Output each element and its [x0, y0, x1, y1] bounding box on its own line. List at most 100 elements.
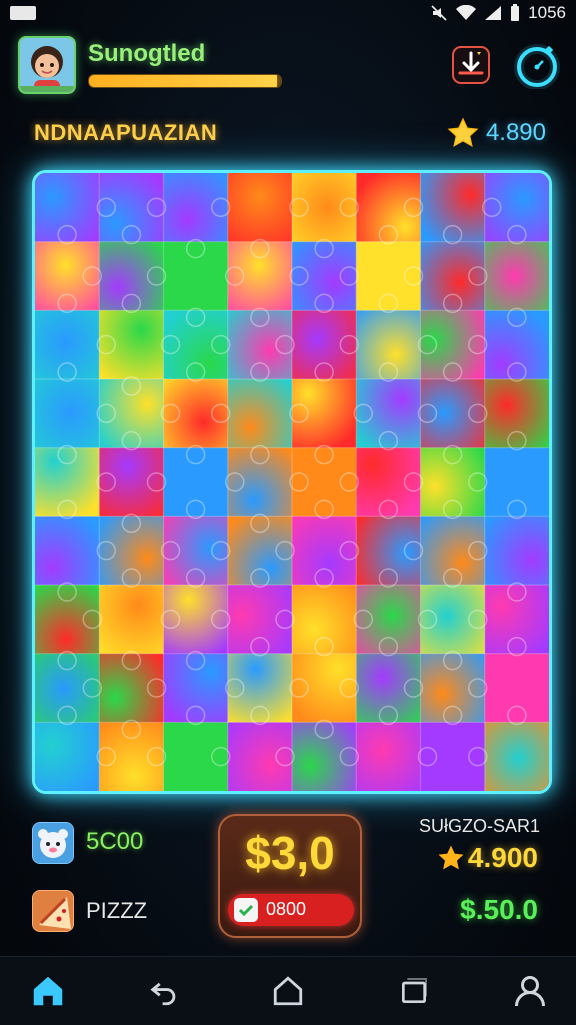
- bear-icon[interactable]: [32, 822, 74, 864]
- puzzle-piece[interactable]: [227, 516, 293, 586]
- puzzle-piece[interactable]: [292, 241, 357, 311]
- puzzle-piece[interactable]: [163, 722, 229, 791]
- puzzle-piece[interactable]: [484, 516, 549, 586]
- puzzle-piece[interactable]: [356, 379, 421, 449]
- nav-house[interactable]: [268, 971, 308, 1011]
- puzzle-piece[interactable]: [292, 722, 357, 791]
- puzzle-piece[interactable]: [99, 241, 164, 311]
- navigation-bar: [0, 956, 576, 1025]
- bottom-panel: 5C00 PIZZZ $3,0 0800 SUłGZO-SAR1 4.900 $…: [0, 806, 576, 956]
- puzzle-piece[interactable]: [227, 585, 293, 655]
- puzzle-piece[interactable]: [227, 310, 293, 380]
- puzzle-piece[interactable]: [35, 653, 100, 723]
- puzzle-piece[interactable]: [292, 173, 357, 243]
- puzzle-piece[interactable]: [420, 585, 486, 655]
- puzzle-piece[interactable]: [163, 653, 229, 723]
- puzzle-piece[interactable]: [420, 241, 486, 311]
- puzzle-piece[interactable]: [35, 379, 100, 449]
- puzzle-piece[interactable]: [484, 173, 549, 243]
- puzzle-piece[interactable]: [292, 516, 357, 586]
- puzzle-piece[interactable]: [484, 722, 549, 791]
- puzzle-piece[interactable]: [99, 379, 164, 449]
- signal-icon: [484, 5, 502, 21]
- puzzle-piece[interactable]: [420, 310, 486, 380]
- avatar[interactable]: [18, 36, 76, 94]
- puzzle-piece[interactable]: [420, 173, 486, 243]
- puzzle-piece[interactable]: [484, 585, 549, 655]
- puzzle-piece[interactable]: [484, 447, 549, 517]
- star-icon: [447, 117, 479, 147]
- nav-home[interactable]: [28, 971, 68, 1011]
- puzzle-piece[interactable]: [35, 585, 100, 655]
- profile-icon: [515, 976, 545, 1007]
- puzzle-piece[interactable]: [292, 379, 357, 449]
- reward-cash: $.50.0: [460, 894, 538, 925]
- puzzle-piece[interactable]: [163, 173, 229, 243]
- puzzle-piece[interactable]: [292, 653, 357, 723]
- puzzle-piece[interactable]: [99, 722, 164, 791]
- puzzle-piece[interactable]: [227, 241, 293, 311]
- puzzle-piece[interactable]: [163, 310, 229, 380]
- puzzle-piece[interactable]: [356, 447, 421, 517]
- nav-profile[interactable]: [510, 971, 550, 1011]
- puzzle-piece[interactable]: [227, 173, 293, 243]
- girl-avatar-icon: [20, 38, 74, 92]
- puzzle-piece[interactable]: [163, 447, 229, 517]
- puzzle-piece[interactable]: [163, 379, 229, 449]
- star-icon: [438, 845, 464, 870]
- nav-recents[interactable]: [394, 971, 434, 1011]
- puzzle-grid[interactable]: [35, 173, 549, 791]
- puzzle-piece[interactable]: [420, 516, 486, 586]
- download-button[interactable]: [446, 40, 496, 90]
- game-header: Sunogtled: [0, 36, 576, 106]
- puzzle-piece[interactable]: [484, 653, 549, 723]
- puzzle-piece[interactable]: [35, 516, 100, 586]
- puzzle-piece[interactable]: [35, 173, 100, 243]
- puzzle-piece[interactable]: [356, 310, 421, 380]
- puzzle-piece[interactable]: [163, 241, 229, 311]
- puzzle-piece[interactable]: [35, 241, 100, 311]
- puzzle-piece[interactable]: [356, 585, 421, 655]
- pill-value: 0800: [266, 899, 307, 919]
- puzzle-piece[interactable]: [35, 310, 100, 380]
- puzzle-piece[interactable]: [356, 173, 421, 243]
- puzzle-piece[interactable]: [420, 722, 486, 791]
- puzzle-piece[interactable]: [227, 722, 293, 791]
- puzzle-piece[interactable]: [484, 310, 549, 380]
- puzzle-piece[interactable]: [99, 653, 164, 723]
- timer-icon: [514, 44, 560, 89]
- puzzle-piece[interactable]: [484, 379, 549, 449]
- puzzle-piece[interactable]: [484, 241, 549, 311]
- puzzle-piece[interactable]: [356, 516, 421, 586]
- puzzle-piece[interactable]: [292, 585, 357, 655]
- reward-label: SUłGZO-SAR1: [418, 816, 540, 836]
- puzzle-piece[interactable]: [420, 653, 486, 723]
- puzzle-piece[interactable]: [356, 653, 421, 723]
- puzzle-piece[interactable]: [227, 653, 293, 723]
- pizza-icon[interactable]: [32, 890, 74, 932]
- score: 4.890: [446, 116, 546, 150]
- puzzle-piece[interactable]: [35, 722, 100, 791]
- puzzle-piece[interactable]: [99, 516, 164, 586]
- puzzle-board[interactable]: [32, 170, 552, 794]
- buy-pill-button[interactable]: 0800: [228, 894, 354, 926]
- score-value: 4.890: [485, 119, 546, 146]
- puzzle-piece[interactable]: [292, 447, 357, 517]
- puzzle-piece[interactable]: [99, 447, 164, 517]
- timer-button[interactable]: [512, 40, 562, 90]
- price-card[interactable]: $3,0 0800: [218, 814, 362, 938]
- puzzle-piece[interactable]: [356, 241, 421, 311]
- puzzle-piece[interactable]: [163, 585, 229, 655]
- puzzle-piece[interactable]: [227, 379, 293, 449]
- puzzle-piece[interactable]: [292, 310, 357, 380]
- puzzle-piece[interactable]: [356, 722, 421, 791]
- puzzle-piece[interactable]: [420, 447, 486, 517]
- puzzle-piece[interactable]: [227, 447, 293, 517]
- puzzle-piece[interactable]: [163, 516, 229, 586]
- puzzle-piece[interactable]: [420, 379, 486, 449]
- nav-back[interactable]: [144, 971, 184, 1011]
- puzzle-piece[interactable]: [99, 585, 164, 655]
- puzzle-piece[interactable]: [99, 310, 164, 380]
- puzzle-piece[interactable]: [35, 447, 100, 517]
- puzzle-piece[interactable]: [99, 173, 164, 243]
